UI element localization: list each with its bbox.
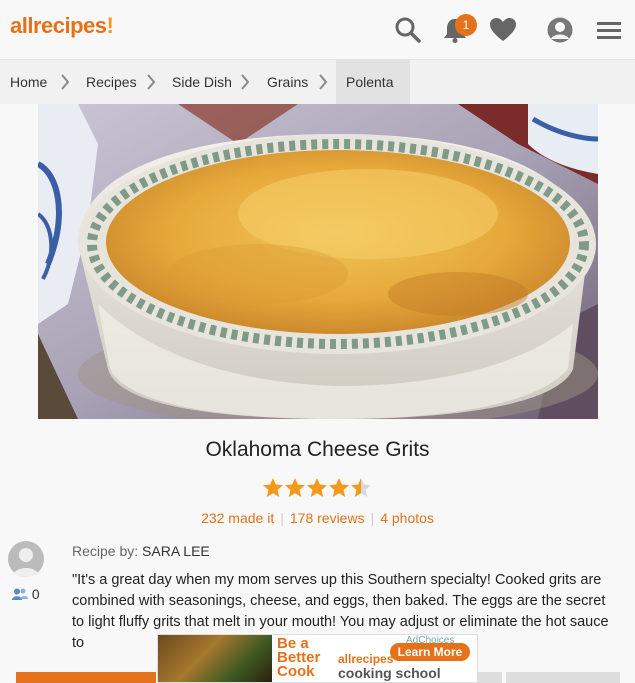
followers-icon — [12, 588, 28, 600]
bottom-bar-segment — [506, 672, 620, 683]
hamburger-menu-icon[interactable] — [595, 16, 623, 44]
star-icon — [307, 478, 327, 497]
bottom-bar-segment — [478, 672, 502, 683]
heart-icon[interactable] — [489, 16, 517, 44]
ad-brand-sub: cooking school — [338, 665, 441, 681]
followers-count[interactable]: 0 — [12, 586, 40, 602]
divider: | — [370, 510, 375, 526]
ad-learn-more-button[interactable]: Learn More — [390, 643, 470, 661]
made-it-link[interactable]: 232 made it — [201, 510, 274, 526]
half-star-icon — [351, 478, 371, 497]
breadcrumb-side-dish[interactable]: Side Dish — [172, 60, 232, 104]
search-icon[interactable] — [394, 16, 422, 44]
advertisement[interactable]: Be a Better Cook allrecipes cooking scho… — [157, 634, 478, 683]
star-icon — [263, 478, 283, 497]
ad-headline: Be a Better Cook — [277, 635, 321, 680]
star-icon — [329, 478, 349, 497]
author-name-link[interactable]: SARA LEE — [142, 543, 210, 559]
notification-badge: 1 — [455, 14, 477, 36]
ad-brand: allrecipes — [338, 652, 394, 666]
reviews-link[interactable]: 178 reviews — [290, 510, 365, 526]
chevron-right-icon — [319, 74, 328, 90]
divider: | — [280, 510, 284, 526]
recipe-author-line: Recipe by: SARA LEE — [72, 543, 210, 559]
recipe-title: Oklahoma Cheese Grits — [205, 438, 430, 461]
profile-icon[interactable] — [546, 16, 574, 44]
top-header: allrecipes! 1 — [0, 0, 635, 60]
breadcrumb-recipes[interactable]: Recipes — [86, 60, 137, 104]
breadcrumb-home[interactable]: Home — [10, 60, 47, 104]
recipe-photo[interactable] — [38, 104, 598, 419]
star-rating[interactable] — [262, 477, 374, 499]
chevron-right-icon — [241, 74, 250, 90]
chevron-right-icon — [61, 74, 70, 90]
user-silhouette-icon — [12, 548, 40, 577]
breadcrumb: Home Recipes Side Dish Grains Polenta — [0, 60, 635, 104]
breadcrumb-grains[interactable]: Grains — [267, 60, 308, 104]
save-bar[interactable] — [16, 672, 156, 683]
author-avatar[interactable] — [8, 541, 44, 577]
photos-link[interactable]: 4 photos — [380, 510, 434, 526]
recipe-stats: 232 made it | 178 reviews | 4 photos — [0, 510, 635, 526]
ad-food-image — [158, 635, 272, 682]
chevron-right-icon — [147, 74, 156, 90]
star-icon — [285, 478, 305, 497]
breadcrumb-polenta[interactable]: Polenta — [336, 60, 410, 104]
allrecipes-logo[interactable]: allrecipes! — [10, 13, 114, 39]
